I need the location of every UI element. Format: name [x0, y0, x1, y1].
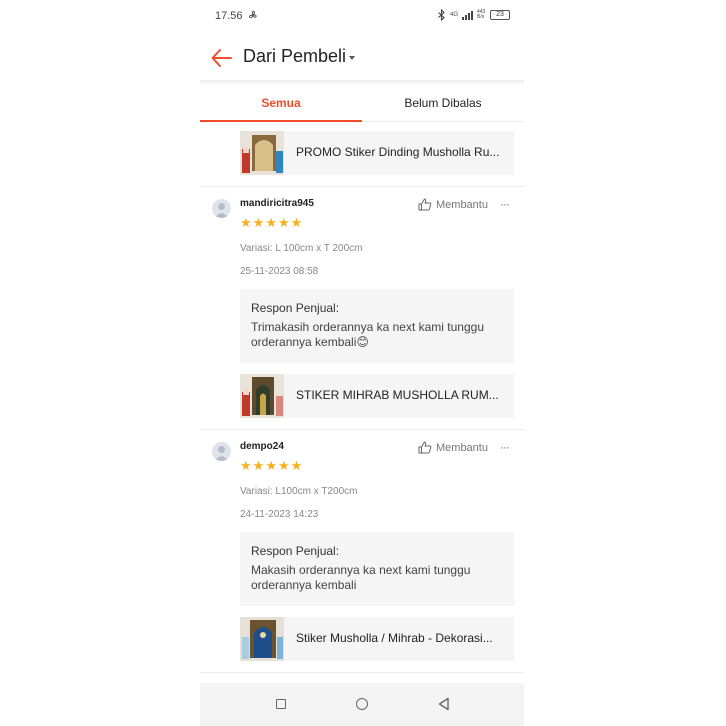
more-options-icon[interactable]: ··· [500, 197, 510, 211]
seller-response: Respon Penjual: Makasih orderannya ka ne… [240, 532, 514, 606]
product-name: STIKER MIHRAB MUSHOLLA RUM... [296, 388, 499, 402]
star-icon: ★ [290, 458, 303, 473]
system-navigation-bar [200, 683, 524, 726]
variation-text: Variasi: L 100cm x T 200cm [240, 243, 363, 254]
status-time: 17.56 [215, 10, 243, 22]
product-name: PROMO Stiker Dinding Musholla Ru... [296, 145, 500, 159]
star-icon: ★ [252, 215, 265, 230]
star-icon: ★ [252, 458, 265, 473]
star-icon: ★ [240, 215, 252, 230]
battery-icon: 23 [490, 10, 510, 20]
tab-semua[interactable]: Semua [200, 85, 362, 122]
top-app-bar: Dari Pembeli [200, 36, 524, 80]
helpful-label: Membantu [436, 198, 488, 211]
page-title[interactable]: Dari Pembeli [243, 46, 346, 67]
avatar [212, 199, 231, 218]
app-screen: 17.56 4G 443 B/s 23 Dari Pembeli Semua B… [200, 0, 524, 726]
network-type: 4G [449, 12, 458, 18]
network-speed: 443 B/s [477, 9, 486, 20]
product-card[interactable]: PROMO Stiker Dinding Musholla Ru... [240, 131, 514, 175]
review-timestamp: 25-11-2023 08:58 [240, 266, 319, 277]
star-icon: ★ [277, 458, 290, 473]
more-options-icon[interactable]: ··· [500, 440, 510, 454]
thumbs-up-icon [418, 441, 432, 454]
tab-belum-dibalas[interactable]: Belum Dibalas [362, 85, 524, 122]
seller-response: Respon Penjual: Trimakasih orderannya ka… [240, 289, 514, 363]
avatar [212, 442, 231, 461]
thumbs-up-icon [418, 198, 432, 211]
signal-icon [462, 10, 473, 20]
battery-level: 23 [496, 11, 504, 18]
product-thumbnail [240, 131, 284, 175]
bluetooth-icon [438, 9, 445, 21]
star-icon: ★ [290, 215, 303, 230]
reviewer-username: dempo24 [240, 441, 284, 452]
recent-apps-icon[interactable] [276, 699, 286, 709]
seller-response-label: Respon Penjual: [251, 544, 340, 558]
helpful-label: Membantu [436, 441, 488, 454]
helpful-button[interactable]: Membantu [418, 441, 488, 454]
helpful-button[interactable]: Membantu [418, 198, 488, 211]
review-timestamp: 24-11-2023 14:23 [240, 509, 319, 520]
product-thumbnail [240, 374, 284, 418]
reviewer-username: mandiricitra945 [240, 198, 314, 209]
variation-text: Variasi: L100cm x T200cm [240, 486, 358, 497]
star-icon: ★ [277, 215, 290, 230]
status-icons: 4G 443 B/s 23 [437, 9, 510, 21]
product-card[interactable]: Stiker Musholla / Mihrab - Dekorasi... [240, 617, 514, 661]
review-divider [200, 672, 524, 673]
star-icon: ★ [265, 215, 277, 230]
system-back-icon[interactable] [437, 697, 451, 711]
star-icon: ★ [265, 458, 277, 473]
back-arrow-icon[interactable] [210, 46, 234, 70]
home-icon[interactable] [356, 698, 368, 710]
star-icon: ★ [240, 458, 252, 473]
review-divider [200, 429, 524, 430]
seller-response-label: Respon Penjual: [251, 301, 340, 315]
caret-down-icon[interactable] [349, 56, 355, 60]
fan-icon [248, 10, 257, 19]
star-rating: ★ ★ ★ ★ ★ [240, 459, 302, 472]
product-thumbnail [240, 617, 284, 661]
seller-response-text: Trimakasih orderannya ka next kami tungg… [251, 320, 485, 349]
review-divider [200, 186, 524, 187]
star-rating: ★ ★ ★ ★ ★ [240, 216, 302, 229]
seller-response-text: Makasih orderannya ka next kami tunggu o… [251, 563, 471, 592]
status-bar: 17.56 4G 443 B/s 23 [200, 0, 524, 32]
filter-tabs: Semua Belum Dibalas [200, 85, 524, 122]
product-name: Stiker Musholla / Mihrab - Dekorasi... [296, 631, 493, 645]
product-card[interactable]: STIKER MIHRAB MUSHOLLA RUM... [240, 374, 514, 418]
